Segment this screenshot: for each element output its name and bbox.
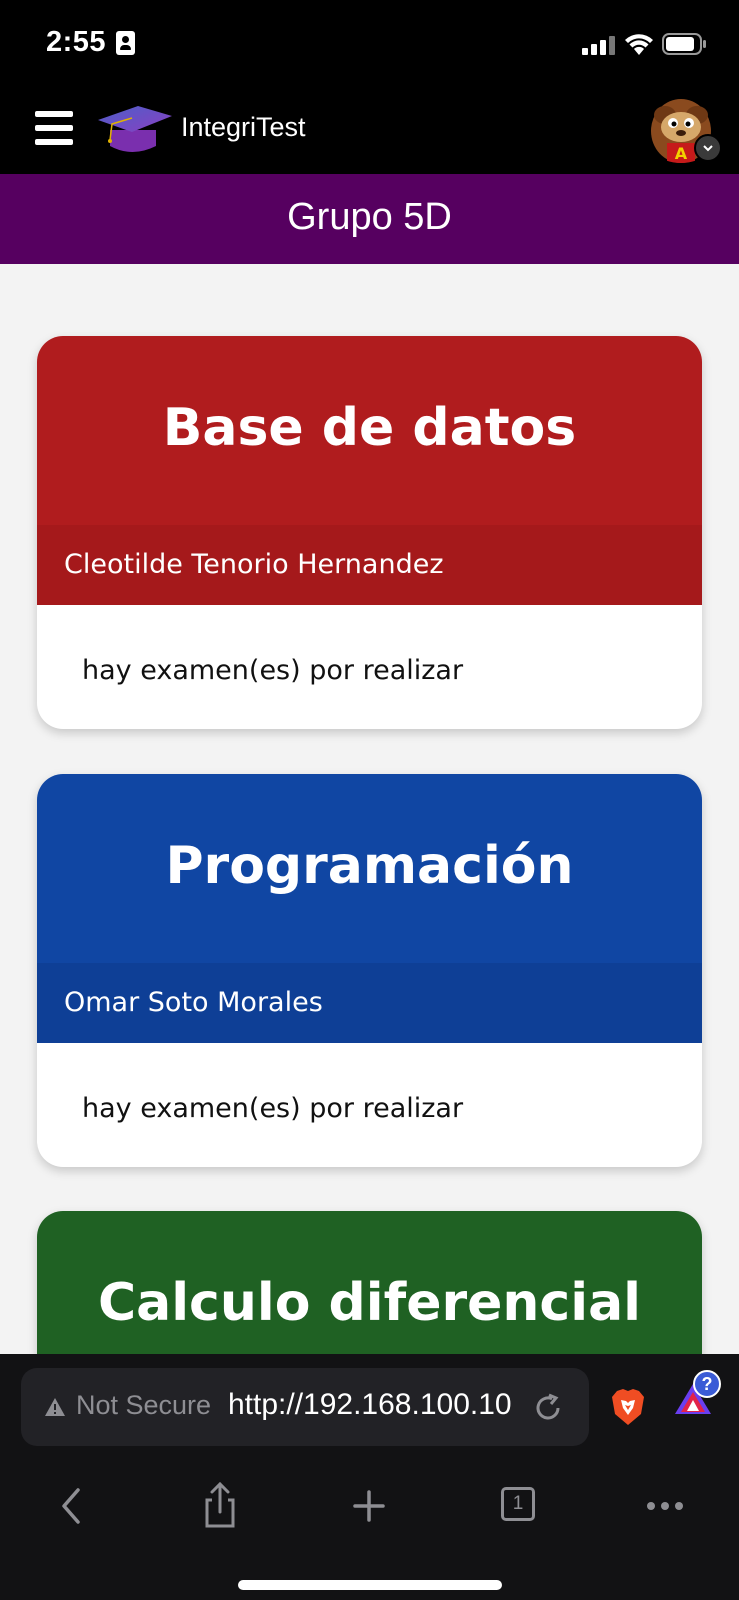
wifi-icon (625, 34, 653, 55)
new-tab-icon[interactable] (339, 1480, 399, 1532)
course-teacher: Omar Soto Morales (64, 987, 323, 1018)
group-title: Grupo 5D (287, 196, 452, 238)
tab-count: 1 (501, 1487, 535, 1521)
course-title: Programación (165, 836, 574, 896)
browser-toolbar: 1 (0, 1456, 739, 1600)
cellular-signal-icon (582, 35, 616, 55)
course-card[interactable]: Programación Omar Soto Morales hay exame… (37, 774, 702, 1167)
course-teacher: Cleotilde Tenorio Hernandez (64, 549, 444, 580)
svg-text:A: A (675, 144, 688, 163)
course-exam-status: hay examen(es) por realizar (82, 655, 464, 686)
course-card[interactable]: Base de datos Cleotilde Tenorio Hernande… (37, 336, 702, 729)
status-bar: 2:55 (0, 0, 739, 88)
avatar-dropdown-icon[interactable] (694, 134, 722, 162)
status-time: 2:55 (46, 26, 107, 58)
battery-icon (662, 33, 706, 55)
course-list: Base de datos Cleotilde Tenorio Hernande… (0, 264, 739, 1354)
tabs-button[interactable]: 1 (494, 1480, 554, 1532)
group-bar: Grupo 5D (0, 174, 739, 264)
brand-name: IntegriTest (181, 112, 306, 142)
share-icon[interactable] (190, 1480, 250, 1532)
security-label: Not Secure (76, 1390, 212, 1420)
graduation-cap-logo (98, 106, 172, 152)
course-card[interactable]: Calculo diferencial (37, 1211, 702, 1354)
more-options-icon[interactable] (635, 1480, 695, 1532)
contact-card-icon (116, 31, 135, 55)
course-card-body: hay examen(es) por realizar (37, 605, 702, 729)
url-text[interactable]: http://192.168.100.10 (228, 1388, 512, 1422)
hamburger-menu-icon[interactable] (35, 111, 73, 145)
course-card-body: hay examen(es) por realizar (37, 1043, 702, 1167)
course-exam-status: hay examen(es) por realizar (82, 1093, 464, 1124)
course-title: Calculo diferencial (97, 1273, 641, 1333)
home-indicator (238, 1580, 502, 1590)
rewards-help-badge[interactable]: ? (693, 1370, 721, 1398)
brave-shield-icon[interactable] (611, 1388, 645, 1426)
course-teacher-bar: Omar Soto Morales (37, 963, 702, 1043)
warning-icon (45, 1398, 65, 1416)
course-teacher-bar: Cleotilde Tenorio Hernandez (37, 525, 702, 605)
course-card-header: Programación (37, 774, 702, 963)
browser-address-bar: Not Secure http://192.168.100.10 ? (0, 1354, 739, 1456)
url-field[interactable]: Not Secure http://192.168.100.10 (21, 1368, 589, 1446)
course-card-header: Calculo diferencial (37, 1211, 702, 1354)
app-header: IntegriTest A (0, 88, 739, 174)
back-icon[interactable] (44, 1480, 104, 1532)
reload-icon[interactable] (532, 1392, 564, 1424)
course-title: Base de datos (162, 398, 577, 458)
course-card-header: Base de datos (37, 336, 702, 525)
